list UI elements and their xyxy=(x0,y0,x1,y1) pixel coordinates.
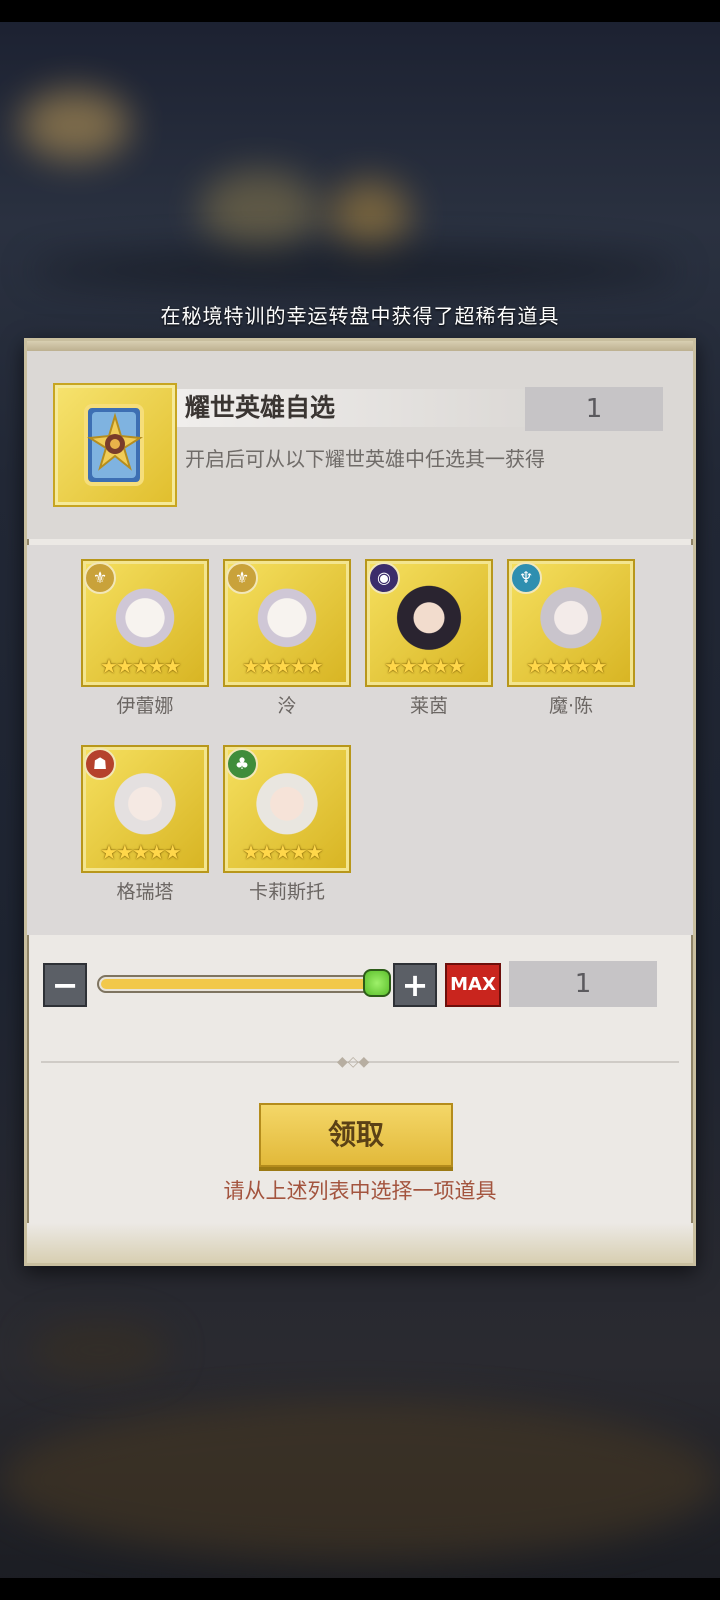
background-blur xyxy=(30,250,680,290)
selection-hint: 请从上述列表中选择一项道具 xyxy=(223,1179,497,1203)
hero-portrait xyxy=(94,580,196,664)
item-title: 耀世英雄自选 xyxy=(177,389,547,427)
star-rating: ★★★★★ xyxy=(100,840,182,864)
hero-option-mo-chen[interactable]: ♆ ★★★★★ xyxy=(509,561,633,685)
dialog-bottom-border xyxy=(27,1223,693,1263)
quantity-value: 1 xyxy=(509,961,657,1007)
class-badge-icon: ◉ xyxy=(368,562,400,594)
background-blur xyxy=(330,180,410,250)
hero-option-rhine[interactable]: ◉ ★★★★★ xyxy=(367,561,491,685)
background-blur xyxy=(0,1400,720,1560)
hero-name: 格瑞塔 xyxy=(116,881,174,903)
star-rating: ★★★★★ xyxy=(526,654,608,678)
class-badge-icon: ⚜ xyxy=(226,562,258,594)
class-badge-icon: ♆ xyxy=(510,562,542,594)
navigation-bar xyxy=(0,1578,720,1600)
class-badge-icon: ⚜ xyxy=(84,562,116,594)
hero-name: 伊蕾娜 xyxy=(116,695,174,717)
hero-option-greta[interactable]: ☗ ★★★★★ xyxy=(83,747,207,871)
background-blur xyxy=(30,1320,170,1380)
hero-name: 泠 xyxy=(277,695,297,717)
quantity-selector: − + MAX 1 xyxy=(27,961,693,1013)
dialog-top-border xyxy=(27,341,693,351)
star-rating: ★★★★★ xyxy=(384,654,466,678)
hero-portrait xyxy=(94,766,196,850)
hero-portrait xyxy=(520,580,622,664)
hero-name: 卡莉斯托 xyxy=(248,881,325,903)
max-button[interactable]: MAX xyxy=(445,963,501,1007)
background-blur xyxy=(200,170,320,250)
divider: ◆◇◆ xyxy=(41,1054,679,1070)
hero-name: 魔·陈 xyxy=(548,695,594,717)
star-rating: ★★★★★ xyxy=(242,840,324,864)
hero-option-irena[interactable]: ⚜ ★★★★★ xyxy=(83,561,207,685)
increase-button[interactable]: + xyxy=(393,963,437,1007)
item-description: 开启后可从以下耀世英雄中任选其一获得 xyxy=(185,447,545,471)
hero-option-ling[interactable]: ⚜ ★★★★★ xyxy=(225,561,349,685)
divider-ornament-icon: ◆◇◆ xyxy=(337,1054,370,1070)
hero-portrait xyxy=(236,580,338,664)
decrease-button[interactable]: − xyxy=(43,963,87,1007)
star-rating: ★★★★★ xyxy=(100,654,182,678)
owned-count: 1 xyxy=(525,387,663,431)
slider-handle[interactable] xyxy=(363,969,391,997)
star-rating: ★★★★★ xyxy=(242,654,324,678)
slider-fill xyxy=(101,979,382,989)
class-badge-icon: ☗ xyxy=(84,748,116,780)
hero-option-callisto[interactable]: ♣ ★★★★★ xyxy=(225,747,349,871)
hero-portrait xyxy=(378,580,480,664)
item-header: 耀世英雄自选 1 开启后可从以下耀世英雄中任选其一获得 xyxy=(27,351,693,539)
reward-notice: 在秘境特训的幸运转盘中获得了超稀有道具 xyxy=(160,304,560,328)
hero-card-icon[interactable] xyxy=(55,385,175,505)
quantity-slider[interactable] xyxy=(97,975,387,993)
background-blur xyxy=(20,90,130,160)
status-bar xyxy=(0,0,720,22)
hero-portrait xyxy=(236,766,338,850)
class-badge-icon: ♣ xyxy=(226,748,258,780)
hero-selection-grid: ⚜ ★★★★★ 伊蕾娜 ⚜ ★★★★★ 泠 ◉ ★★★★★ 莱茵 ♆ ★★★★★… xyxy=(27,545,693,935)
reward-dialog: 耀世英雄自选 1 开启后可从以下耀世英雄中任选其一获得 ⚜ ★★★★★ 伊蕾娜 … xyxy=(24,338,696,1266)
claim-button[interactable]: 领取 xyxy=(259,1103,453,1167)
hero-name: 莱茵 xyxy=(409,695,448,717)
